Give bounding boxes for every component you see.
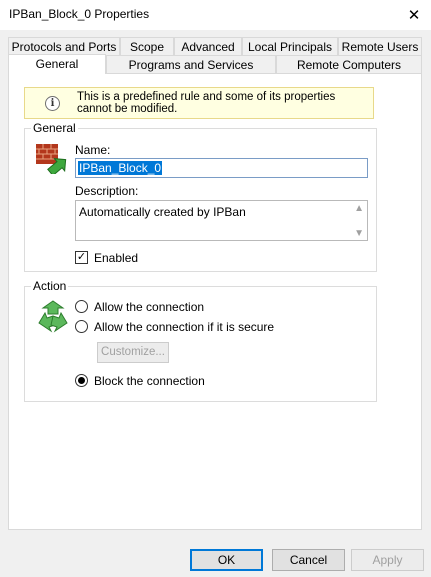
allow-if-secure-radio[interactable] bbox=[75, 320, 88, 333]
tab-scope[interactable]: Scope bbox=[120, 37, 174, 55]
title-bar: IPBan_Block_0 Properties ✕ bbox=[0, 0, 431, 30]
action-arrows-icon bbox=[38, 300, 68, 333]
tab-local-principals[interactable]: Local Principals bbox=[242, 37, 338, 55]
name-field-value: IPBan_Block_0 bbox=[78, 161, 163, 175]
checkmark-icon: ✓ bbox=[76, 251, 87, 263]
description-label: Description: bbox=[75, 184, 139, 198]
scroll-up-icon[interactable]: ▲ bbox=[354, 203, 364, 214]
general-tab-panel: i This is a predefined rule and some of … bbox=[8, 73, 422, 530]
tab-programs-and-services[interactable]: Programs and Services bbox=[106, 55, 276, 73]
block-connection-radio[interactable] bbox=[75, 374, 88, 387]
info-icon: i bbox=[45, 96, 60, 111]
customize-button[interactable]: Customize... bbox=[97, 342, 169, 363]
action-group-label: Action bbox=[31, 279, 69, 293]
ok-button[interactable]: OK bbox=[190, 549, 263, 571]
tab-remote-computers[interactable]: Remote Computers bbox=[276, 55, 422, 73]
allow-connection-radio[interactable] bbox=[75, 300, 88, 313]
block-connection-label: Block the connection bbox=[94, 374, 205, 388]
close-icon: ✕ bbox=[407, 7, 421, 24]
scroll-down-icon[interactable]: ▼ bbox=[354, 228, 364, 239]
description-field-value: Automatically created by IPBan bbox=[79, 205, 246, 219]
close-button[interactable]: ✕ bbox=[397, 0, 431, 30]
tab-general[interactable]: General bbox=[8, 54, 106, 74]
enabled-label: Enabled bbox=[94, 251, 139, 265]
banner-text: This is a predefined rule and some of it… bbox=[77, 91, 336, 115]
name-field[interactable]: IPBan_Block_0 bbox=[75, 158, 368, 178]
firewall-rule-icon bbox=[36, 144, 67, 174]
allow-connection-label: Allow the connection bbox=[94, 300, 205, 314]
window-title: IPBan_Block_0 Properties bbox=[9, 7, 150, 21]
apply-button[interactable]: Apply bbox=[351, 549, 424, 571]
description-field[interactable]: Automatically created by IPBan ▲ ▼ bbox=[75, 200, 368, 241]
predefined-rule-banner: i This is a predefined rule and some of … bbox=[24, 87, 374, 119]
cancel-button[interactable]: Cancel bbox=[272, 549, 345, 571]
name-label: Name: bbox=[75, 143, 111, 157]
tab-advanced[interactable]: Advanced bbox=[174, 37, 242, 55]
allow-if-secure-label: Allow the connection if it is secure bbox=[94, 320, 275, 334]
general-group-label: General bbox=[31, 121, 78, 135]
tab-protocols-and-ports[interactable]: Protocols and Ports bbox=[8, 37, 120, 55]
enabled-checkbox[interactable]: ✓ bbox=[75, 251, 88, 264]
tab-remote-users[interactable]: Remote Users bbox=[338, 37, 422, 55]
